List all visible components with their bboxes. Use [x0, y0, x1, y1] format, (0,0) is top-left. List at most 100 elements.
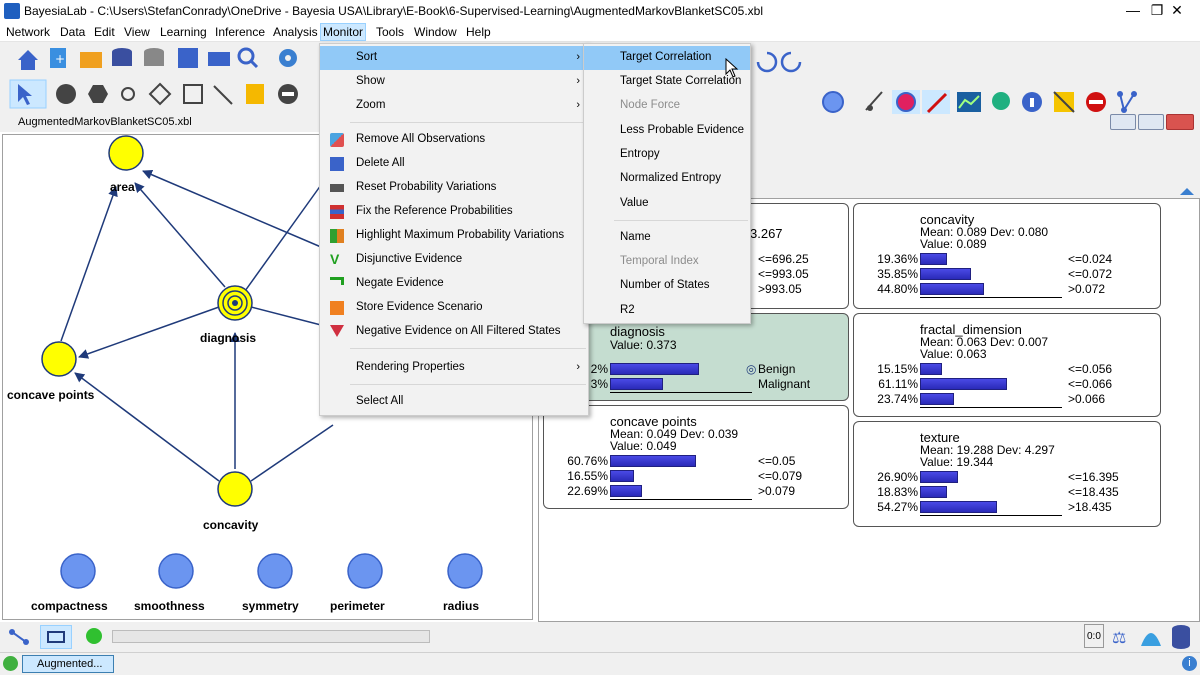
menu-edit[interactable]: Edit — [94, 25, 115, 39]
monitor-concavity-row[interactable]: 19.36% <=0.024 — [854, 252, 1160, 266]
database-gray-icon[interactable] — [144, 48, 164, 66]
monitor-fractal-dimension[interactable]: fractal_dimension Mean: 0.063 Dev: 0.007… — [853, 313, 1161, 417]
node-diagnosis-target[interactable] — [217, 285, 253, 321]
no-entry-icon[interactable] — [1086, 92, 1106, 112]
monitor-concavity[interactable]: concavity Mean: 0.089 Dev: 0.080 Value: … — [853, 203, 1161, 309]
menu-analysis[interactable]: Analysis — [273, 25, 318, 39]
node-compactness[interactable] — [60, 553, 96, 589]
monitor-diagnosis-row[interactable]: 3% Malignant — [544, 377, 848, 391]
node-concave-points[interactable] — [41, 341, 77, 377]
note-yellow-icon[interactable] — [1053, 91, 1075, 113]
info-status-icon[interactable]: i — [1182, 656, 1197, 671]
internal-minimize-button[interactable] — [1110, 114, 1136, 130]
menu-view[interactable]: View — [124, 25, 150, 39]
menu-data[interactable]: Data — [60, 25, 85, 39]
sort-normalized-entropy[interactable]: Normalized Entropy — [584, 167, 750, 191]
monitor-fractal-dimension-row[interactable]: 61.11% <=0.066 — [854, 377, 1160, 391]
collapse-arrow-icon[interactable] — [1180, 188, 1194, 195]
graph-view-icon[interactable] — [8, 628, 32, 646]
node-diamond-tool-icon[interactable] — [148, 82, 172, 106]
network-tab-button[interactable]: Augmented... — [22, 655, 114, 673]
open-folder-icon[interactable] — [80, 52, 102, 68]
database-status-icon[interactable] — [1170, 624, 1192, 650]
menu-tools[interactable]: Tools — [376, 25, 404, 39]
monitor-concavity-row[interactable]: 35.85% <=0.072 — [854, 267, 1160, 281]
chart-icon[interactable] — [957, 92, 981, 112]
node-symmetry[interactable] — [257, 553, 293, 589]
balance-scale-icon[interactable]: ⚖ — [1112, 628, 1134, 647]
network-icon[interactable] — [1117, 91, 1137, 113]
node-small-circle-tool-icon[interactable] — [121, 87, 135, 101]
monitor-concave-points-row[interactable]: 22.69% >0.079 — [544, 484, 848, 498]
menu-item-remove-all-observations[interactable]: Remove All Observations — [320, 128, 588, 152]
info-icon[interactable] — [1022, 92, 1042, 112]
home-icon[interactable] — [18, 50, 38, 70]
monitor-texture[interactable]: texture Mean: 19.288 Dev: 4.297 Value: 1… — [853, 421, 1161, 527]
node-concavity[interactable] — [217, 471, 253, 507]
sort-entropy[interactable]: Entropy — [584, 143, 750, 167]
close-button[interactable]: ✕ — [1154, 0, 1200, 22]
menu-item-negate-evidence[interactable]: Negate Evidence — [320, 272, 588, 296]
menu-item-show[interactable]: Show › — [320, 70, 588, 94]
undo-icon[interactable] — [756, 51, 778, 73]
node-smoothness[interactable] — [158, 553, 194, 589]
menu-item-store-evidence-scenario[interactable]: Store Evidence Scenario — [320, 296, 588, 320]
menu-item-rendering-properties[interactable]: Rendering Properties › — [320, 356, 588, 380]
menu-item-disjunctive-evidence[interactable]: V Disjunctive Evidence — [320, 248, 588, 272]
sort-r2[interactable]: R2 — [584, 299, 750, 323]
sort-name[interactable]: Name — [584, 226, 750, 250]
internal-restore-button[interactable] — [1138, 114, 1164, 130]
node-hexagon-tool-icon[interactable] — [88, 85, 108, 103]
monitor-diagnosis-row[interactable]: 2% ◎ Benign — [544, 362, 848, 376]
monitor-view-button[interactable] — [40, 625, 72, 649]
redo-icon[interactable] — [780, 51, 802, 73]
target-node-icon[interactable] — [892, 90, 920, 114]
save-icon[interactable] — [178, 48, 198, 68]
note-tool-icon[interactable] — [246, 84, 264, 104]
monitor-concave-points-row[interactable]: 60.76% <=0.05 — [544, 454, 848, 468]
menu-item-negative-evidence-filtered[interactable]: Negative Evidence on All Filtered States — [320, 320, 588, 344]
menu-item-delete-all[interactable]: Delete All — [320, 152, 588, 176]
sort-value[interactable]: Value — [584, 192, 750, 216]
node-circle-tool-icon[interactable] — [56, 84, 76, 104]
distribution-curve-icon[interactable] — [1140, 626, 1162, 648]
menu-learning[interactable]: Learning — [160, 25, 207, 39]
settings-gear-icon[interactable] — [279, 49, 297, 67]
delete-circle-icon[interactable] — [278, 84, 298, 104]
monitor-texture-row[interactable]: 54.27% >18.435 — [854, 500, 1160, 514]
monitor-concavity-row[interactable]: 44.80% >0.072 — [854, 282, 1160, 296]
menu-item-reset-probability-variations[interactable]: Reset Probability Variations — [320, 176, 588, 200]
zoom-indicator[interactable]: 0:0 — [1084, 624, 1104, 648]
select-arrow-icon[interactable] — [9, 79, 47, 109]
monitor-fractal-dimension-row[interactable]: 15.15% <=0.056 — [854, 362, 1160, 376]
comment-icon[interactable] — [992, 92, 1010, 110]
document-tab-title[interactable]: AugmentedMarkovBlanketSC05.xbl — [18, 116, 192, 128]
arrow-tool-icon[interactable] — [865, 91, 883, 111]
red-arrow-icon[interactable] — [922, 90, 950, 114]
sort-number-of-states[interactable]: Number of States — [584, 274, 750, 298]
monitor-texture-row[interactable]: 18.83% <=18.435 — [854, 485, 1160, 499]
menu-item-highlight-max-variations[interactable]: Highlight Maximum Probability Variations — [320, 224, 588, 248]
menu-network[interactable]: Network — [6, 25, 50, 39]
internal-close-button[interactable] — [1166, 114, 1194, 130]
menu-item-fix-reference-probabilities[interactable]: Fix the Reference Probabilities — [320, 200, 588, 224]
menu-help[interactable]: Help — [466, 25, 491, 39]
menu-window[interactable]: Window — [414, 25, 457, 39]
print-icon[interactable] — [208, 52, 230, 66]
monitor-texture-row[interactable]: 26.90% <=16.395 — [854, 470, 1160, 484]
database-icon[interactable] — [112, 48, 132, 66]
arc-tool-icon[interactable] — [213, 85, 233, 105]
new-network-icon[interactable]: + — [50, 48, 66, 68]
monitor-concave-points-row[interactable]: 16.55% <=0.079 — [544, 469, 848, 483]
menu-inference[interactable]: Inference — [215, 25, 265, 39]
monitor-fractal-dimension-row[interactable]: 23.74% >0.066 — [854, 392, 1160, 406]
node-perimeter[interactable] — [347, 553, 383, 589]
node-blue-icon[interactable] — [822, 91, 844, 113]
menu-monitor[interactable]: Monitor — [320, 23, 367, 41]
node-radius[interactable] — [447, 553, 483, 589]
menu-item-select-all[interactable]: Select All — [320, 390, 588, 414]
zoom-icon[interactable] — [237, 47, 259, 69]
sort-less-probable-evidence[interactable]: Less Probable Evidence — [584, 119, 750, 143]
monitor-concave-points[interactable]: concave points Mean: 0.049 Dev: 0.039 Va… — [543, 405, 849, 509]
node-area[interactable] — [108, 135, 144, 171]
